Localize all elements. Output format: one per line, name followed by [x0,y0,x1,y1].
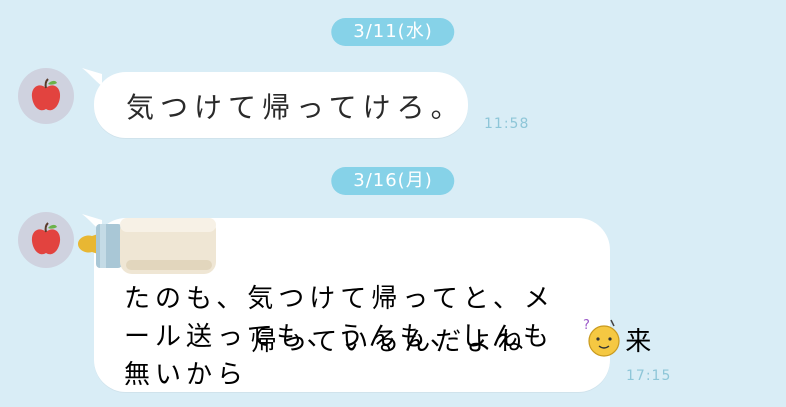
date-label: 3/16(月) [353,170,433,191]
message-time: 11:58 [484,116,530,132]
date-label: 3/11(水) [353,21,433,42]
date-separator: 3/11(水) [331,18,455,46]
avatar[interactable] [18,212,74,268]
message-bubble[interactable]: 気つけて帰ってけろ。 [94,72,468,138]
message-text: 気つけて帰ってけろ。 [126,91,465,124]
apple-icon [31,78,61,111]
message-text: たのも、気つけて帰ってと、メ ール送っても、うんも、しんも 無いから [124,284,555,390]
message-text-end: 来 [625,327,657,357]
message-time: 17:15 [626,368,672,384]
baby-bottle-icon [78,218,216,274]
date-separator: 3/16(月) [331,167,455,195]
avatar[interactable] [18,68,74,124]
bubble-tail [82,68,102,86]
apple-icon [31,222,61,255]
